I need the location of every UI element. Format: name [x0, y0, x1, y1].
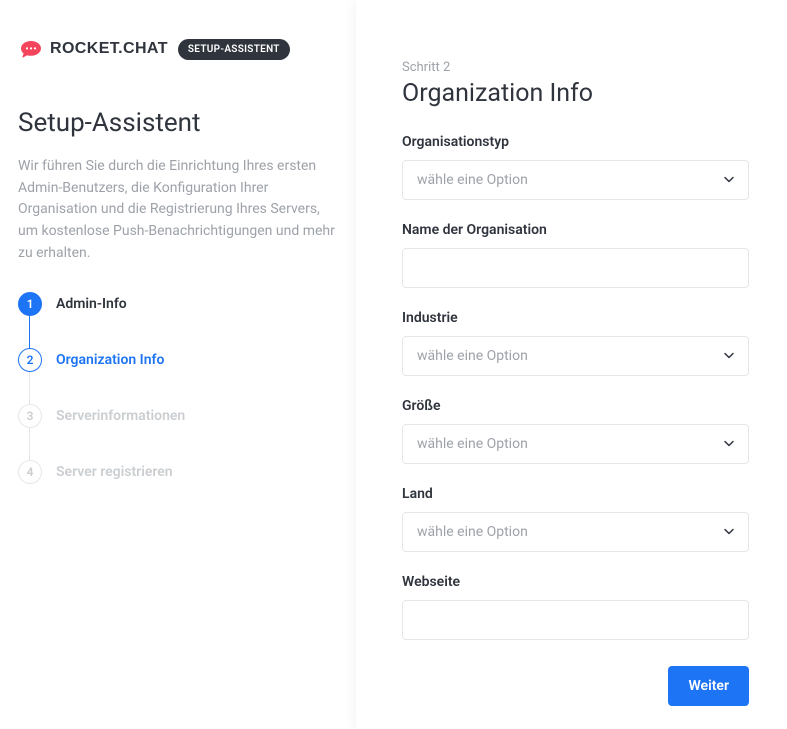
label-website: Webseite	[402, 574, 749, 590]
step-connector	[29, 428, 30, 460]
step-server-register[interactable]: 4 Server registrieren	[18, 460, 338, 484]
brand-logo: ROCKET.CHAT	[18, 38, 168, 60]
select-size[interactable]: wähle eine Option	[402, 424, 749, 464]
label-org-name: Name der Organisation	[402, 222, 749, 238]
step-organization-info[interactable]: 2 Organization Info	[18, 348, 338, 404]
step-connector	[29, 372, 30, 404]
wizard-description: Wir führen Sie durch die Einrichtung Ihr…	[18, 156, 338, 264]
field-size: Größe wähle eine Option	[402, 398, 749, 464]
step-label: Organization Info	[56, 352, 164, 368]
step-label: Admin-Info	[56, 296, 127, 312]
field-org-type: Organisationstyp wähle eine Option	[402, 134, 749, 200]
form-actions: Weiter	[402, 666, 749, 706]
select-org-type[interactable]: wähle eine Option	[402, 160, 749, 200]
step-connector	[29, 316, 30, 348]
input-website[interactable]	[402, 600, 749, 640]
wizard-steps: 1 Admin-Info 2 Organization Info 3 Serve…	[18, 292, 338, 484]
step-admin-info[interactable]: 1 Admin-Info	[18, 292, 338, 348]
step-server-information[interactable]: 3 Serverinformationen	[18, 404, 338, 460]
wizard-sidebar: ROCKET.CHAT SETUP-ASSISTENT Setup-Assist…	[0, 0, 356, 729]
brand-name: ROCKET.CHAT	[50, 40, 168, 58]
select-industry[interactable]: wähle eine Option	[402, 336, 749, 376]
field-website: Webseite	[402, 574, 749, 640]
step-number: 3	[18, 404, 42, 428]
setup-badge: SETUP-ASSISTENT	[178, 39, 290, 60]
input-org-name[interactable]	[402, 248, 749, 288]
label-industry: Industrie	[402, 310, 749, 326]
brand-row: ROCKET.CHAT SETUP-ASSISTENT	[18, 38, 338, 60]
form-panel: Schritt 2 Organization Info Organisation…	[356, 0, 787, 729]
step-label: Serverinformationen	[56, 408, 185, 424]
wizard-title: Setup-Assistent	[18, 108, 338, 138]
step-indicator: Schritt 2	[402, 60, 749, 75]
continue-button[interactable]: Weiter	[668, 666, 749, 706]
label-size: Größe	[402, 398, 749, 414]
step-number: 1	[18, 292, 42, 316]
page-title: Organization Info	[402, 79, 749, 108]
select-country[interactable]: wähle eine Option	[402, 512, 749, 552]
field-industry: Industrie wähle eine Option	[402, 310, 749, 376]
field-org-name: Name der Organisation	[402, 222, 749, 288]
rocketchat-icon	[18, 38, 44, 60]
field-country: Land wähle eine Option	[402, 486, 749, 552]
label-org-type: Organisationstyp	[402, 134, 749, 150]
label-country: Land	[402, 486, 749, 502]
step-number: 4	[18, 460, 42, 484]
step-number: 2	[18, 348, 42, 372]
step-label: Server registrieren	[56, 464, 173, 480]
